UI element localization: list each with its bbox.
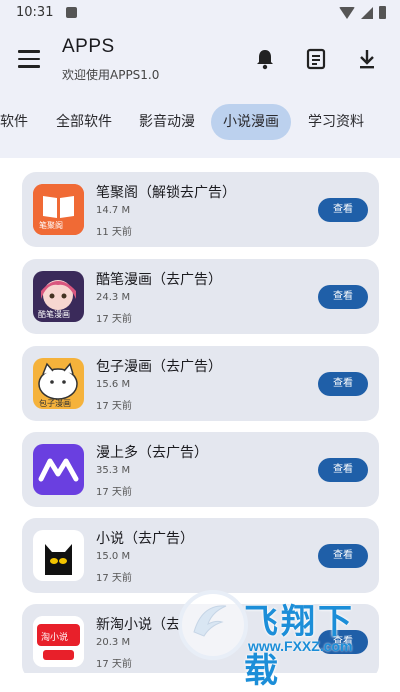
- app-size: 35.3 M: [96, 465, 131, 476]
- app-size: 15.6 M: [96, 379, 131, 390]
- app-size: 24.3 M: [96, 292, 131, 303]
- tao-novel-icon: 淘小说: [33, 616, 84, 667]
- app-name: 笔聚阁（解锁去广告）: [96, 185, 236, 201]
- bell-icon[interactable]: [252, 46, 278, 72]
- app-date: 17 天前: [96, 573, 132, 584]
- view-button[interactable]: 查看: [318, 285, 368, 309]
- app-name: 酷笔漫画（去广告）: [96, 272, 222, 288]
- list-item[interactable]: 淘小说 新淘小说（去 20.3 M 17 天前 查看: [22, 604, 379, 673]
- app-date: 11 天前: [96, 227, 132, 238]
- bun-cat-icon: 包子漫画: [33, 358, 84, 409]
- view-button[interactable]: 查看: [318, 458, 368, 482]
- status-bar: 10:31: [0, 0, 400, 26]
- app-size: 20.3 M: [96, 637, 131, 648]
- list-item[interactable]: 酷笔漫画 酷笔漫画（去广告） 24.3 M 17 天前 查看: [22, 259, 379, 334]
- app-date: 17 天前: [96, 314, 132, 325]
- app-size: 15.0 M: [96, 551, 131, 562]
- menu-icon[interactable]: [18, 50, 40, 68]
- anime-girl-icon: 酷笔漫画: [33, 271, 84, 322]
- signal-icon: [361, 6, 373, 19]
- app-date: 17 天前: [96, 659, 132, 670]
- app-name: 漫上多（去广告）: [96, 445, 208, 461]
- tab-novel-comic[interactable]: 小说漫画: [211, 104, 291, 140]
- tab-software[interactable]: 软件: [0, 104, 40, 140]
- tab-video-anime[interactable]: 影音动漫: [127, 104, 207, 140]
- wifi-icon: [339, 6, 355, 19]
- view-button[interactable]: 查看: [318, 198, 368, 222]
- app-name: 新淘小说（去: [96, 617, 180, 633]
- category-tabs: 软件 全部软件 影音动漫 小说漫画 学习资料: [0, 96, 400, 158]
- ma-logo-icon: [33, 444, 84, 495]
- app-size: 14.7 M: [96, 205, 131, 216]
- list-item[interactable]: 笔聚阁 笔聚阁（解锁去广告） 14.7 M 11 天前 查看: [22, 172, 379, 247]
- icon-label: 淘小说: [41, 633, 69, 643]
- download-icon[interactable]: [354, 46, 380, 72]
- list-item[interactable]: 包子漫画 包子漫画（去广告） 15.6 M 17 天前 查看: [22, 346, 379, 421]
- icon-label: 包子漫画: [39, 399, 71, 408]
- app-subtitle: 欢迎使用APPS1.0: [62, 68, 160, 82]
- app-bar: APPS 欢迎使用APPS1.0: [0, 26, 400, 96]
- tab-study-materials[interactable]: 学习资料: [296, 104, 376, 140]
- app-name: 小说（去广告）: [96, 531, 194, 547]
- book-icon: 笔聚阁: [33, 184, 84, 235]
- app-name: 包子漫画（去广告）: [96, 359, 222, 375]
- view-button[interactable]: 查看: [318, 630, 368, 654]
- tab-all-software[interactable]: 全部软件: [44, 104, 124, 140]
- view-button[interactable]: 查看: [318, 372, 368, 396]
- icon-label: 酷笔漫画: [38, 310, 70, 319]
- status-icons: [339, 6, 386, 19]
- app-date: 17 天前: [96, 401, 132, 412]
- app-list: 笔聚阁 笔聚阁（解锁去广告） 14.7 M 11 天前 查看 酷笔漫画 酷笔漫画…: [0, 158, 400, 673]
- icon-label: 笔聚阁: [39, 221, 63, 230]
- document-icon[interactable]: [303, 46, 329, 72]
- list-item[interactable]: 小说（去广告） 15.0 M 17 天前 查看: [22, 518, 379, 593]
- view-button[interactable]: 查看: [318, 544, 368, 568]
- notification-icon: [66, 7, 77, 18]
- list-item[interactable]: 漫上多（去广告） 35.3 M 17 天前 查看: [22, 432, 379, 507]
- app-title: APPS: [62, 36, 115, 57]
- app-date: 17 天前: [96, 487, 132, 498]
- black-cat-icon: [33, 530, 84, 581]
- status-time: 10:31: [16, 5, 54, 20]
- battery-icon: [379, 6, 386, 19]
